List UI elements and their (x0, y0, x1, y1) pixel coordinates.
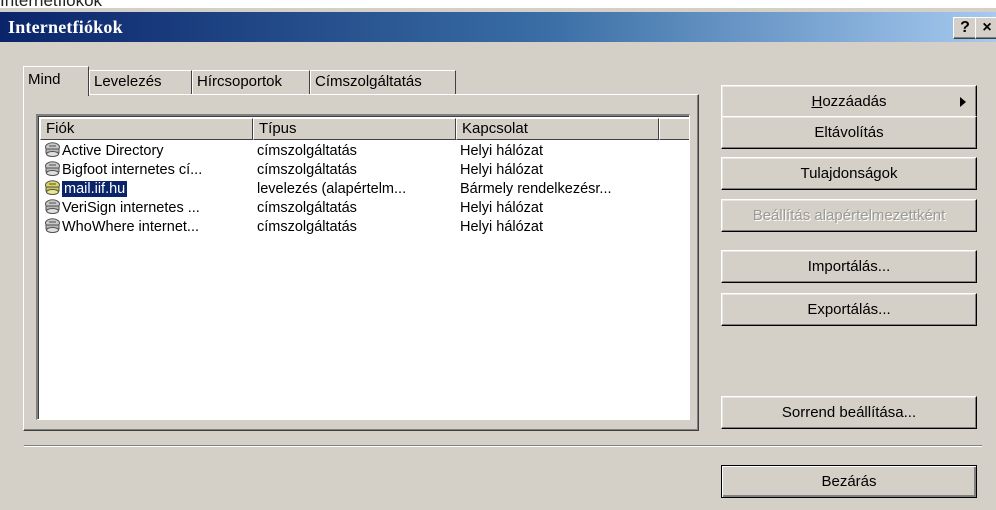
account-name: VeriSign internetes ... (62, 200, 200, 216)
add-button[interactable]: Hozzáadás (721, 85, 977, 118)
account-cell: VeriSign internetes ... (44, 199, 200, 218)
window-title: Internetfiókok (8, 17, 123, 37)
list-item[interactable]: Active Directory címszolgáltatás Helyi h… (40, 142, 680, 161)
connection-cell: Bármely rendelkezésr... (460, 181, 612, 197)
account-name: mail.iif.hu (60, 180, 129, 198)
list-header: Fiók Típus Kapcsolat (40, 118, 689, 140)
tab-all[interactable]: Mind (23, 66, 89, 96)
connection-cell: Helyi hálózat (460, 219, 544, 235)
account-icon (45, 199, 60, 214)
account-cell: Bigfoot internetes cí... (44, 161, 202, 180)
import-button-label: Importálás... (807, 258, 891, 275)
close-button[interactable]: Bezárás (721, 465, 977, 498)
tab-label: Levelezés (94, 73, 162, 90)
account-icon (45, 218, 60, 233)
add-label-rest: ozzáadás (822, 93, 887, 110)
account-name: Active Directory (62, 143, 164, 159)
column-header-connection[interactable]: Kapcsolat (456, 118, 659, 140)
connection-cell: Helyi hálózat (460, 200, 544, 216)
account-name: Bigfoot internetes cí... (62, 162, 203, 178)
import-button[interactable]: Importálás... (721, 250, 977, 283)
set-order-button-label: Sorrend beállítása... (781, 404, 917, 421)
set-default-button[interactable]: Beállítás alapértelmezettként (721, 199, 977, 232)
list-item-selected[interactable]: mail.iif.hu levelezés (alapértelm... Bár… (40, 180, 680, 199)
account-icon (45, 161, 60, 176)
list-item[interactable]: WhoWhere internet... címszolgáltatás Hel… (40, 218, 680, 237)
connection-cell: Helyi hálózat (460, 143, 544, 159)
set-default-button-label: Beállítás alapértelmezettként (752, 207, 946, 224)
type-cell: levelezés (alapértelm... (257, 181, 407, 197)
column-header-account[interactable]: Fiók (40, 118, 253, 140)
list-item[interactable]: VeriSign internetes ... címszolgáltatás … (40, 199, 680, 218)
add-accelerator: H (811, 93, 823, 110)
properties-button[interactable]: Tulajdonságok (721, 157, 977, 190)
column-header-filler (659, 118, 689, 140)
tab-label: Hírcsoportok (197, 73, 283, 90)
column-header-label: Típus (259, 120, 297, 137)
chevron-right-icon (960, 97, 966, 107)
tab-mail[interactable]: Levelezés (89, 70, 192, 94)
close-window-button[interactable]: × (975, 17, 996, 39)
export-button-label: Exportálás... (807, 301, 891, 318)
type-cell: címszolgáltatás (257, 219, 357, 235)
close-icon: × (982, 19, 992, 36)
account-icon (45, 142, 60, 157)
tab-news[interactable]: Hírcsoportok (192, 70, 310, 94)
type-cell: címszolgáltatás (257, 143, 357, 159)
column-header-label: Fiók (46, 120, 75, 137)
export-button[interactable]: Exportálás... (721, 293, 977, 326)
account-icon (45, 180, 60, 195)
tab-join (24, 93, 88, 96)
account-cell: WhoWhere internet... (44, 218, 199, 237)
separator (24, 445, 982, 447)
caption-fragment: Internetfiókok (0, 0, 996, 8)
set-order-button[interactable]: Sorrend beállítása... (721, 396, 977, 429)
list-rows: Active Directory címszolgáltatás Helyi h… (40, 142, 680, 237)
account-cell: Active Directory (44, 142, 164, 161)
properties-button-label: Tulajdonságok (800, 165, 898, 182)
close-button-label: Bezárás (821, 473, 877, 490)
type-cell: címszolgáltatás (257, 162, 357, 178)
tab-label: Címszolgáltatás (315, 73, 422, 90)
column-header-type[interactable]: Típus (253, 118, 456, 140)
accounts-list[interactable]: Fiók Típus Kapcsolat Active Directory cí… (36, 114, 690, 420)
connection-cell: Helyi hálózat (460, 162, 544, 178)
remove-button[interactable]: Eltávolítás (721, 116, 977, 149)
add-button-label: Hozzáadás (811, 93, 886, 110)
title-bar: Internetfiókok ? × (0, 12, 996, 42)
tab-label: Mind (28, 71, 61, 88)
account-name: WhoWhere internet... (62, 219, 199, 235)
caption-fragment-text: Internetfiókok (0, 0, 102, 8)
help-icon: ? (960, 19, 970, 36)
remove-button-label: Eltávolítás (814, 124, 884, 141)
list-item[interactable]: Bigfoot internetes cí... címszolgáltatás… (40, 161, 680, 180)
account-cell: mail.iif.hu (44, 180, 129, 199)
tab-directory-service[interactable]: Címszolgáltatás (310, 70, 456, 94)
type-cell: címszolgáltatás (257, 200, 357, 216)
help-button[interactable]: ? (953, 17, 977, 39)
column-header-label: Kapcsolat (462, 120, 528, 137)
